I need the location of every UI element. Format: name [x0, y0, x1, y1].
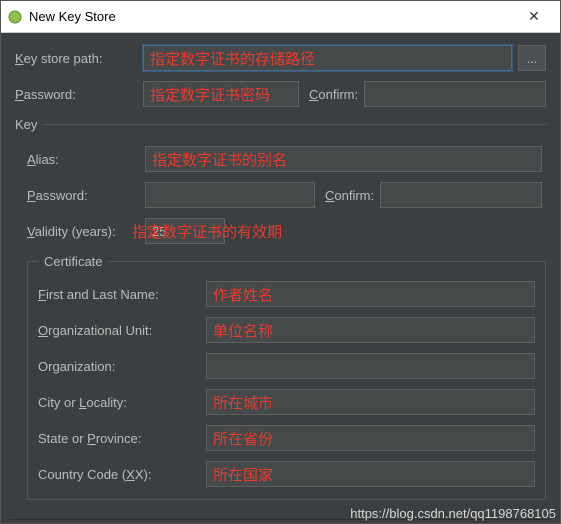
password-input[interactable]: 指定数字证书密码 [143, 81, 299, 107]
state-input[interactable]: 所在省份 [206, 425, 535, 451]
browse-button[interactable]: ... [518, 45, 546, 71]
alias-input[interactable]: 指定数字证书的别名 [145, 146, 542, 172]
org-label: Organization: [38, 359, 206, 374]
key-store-path-input[interactable]: 指定数字证书的存储路径 [143, 45, 512, 71]
dialog-content: Key store path: 指定数字证书的存储路径 ... Password… [1, 33, 560, 523]
key-confirm-label: Confirm: [325, 188, 374, 203]
key-password-label: Password: [27, 188, 145, 203]
key-password-row: Password: Confirm: [27, 182, 542, 208]
key-confirm-input[interactable] [380, 182, 542, 208]
key-password-input[interactable] [145, 182, 315, 208]
org-unit-label: Organizational Unit: [38, 323, 206, 338]
org-row: Organization: [38, 353, 535, 379]
new-key-store-dialog: New Key Store ✕ Key store path: 指定数字证书的存… [0, 0, 561, 524]
country-label: Country Code (XX): [38, 467, 206, 482]
validity-label: Validity (years): [27, 224, 145, 239]
country-row: Country Code (XX): 所在国家 [38, 461, 535, 487]
window-title: New Key Store [29, 9, 514, 24]
password-label: Password: [15, 87, 143, 102]
first-last-input[interactable]: 作者姓名 [206, 281, 535, 307]
first-last-label: First and Last Name: [38, 287, 206, 302]
annotation-state: 所在省份 [213, 428, 273, 449]
certificate-legend: Certificate [38, 254, 109, 269]
org-unit-row: Organizational Unit: 单位名称 [38, 317, 535, 343]
org-input[interactable] [206, 353, 535, 379]
key-group: Key Alias: 指定数字证书的别名 Password: Confirm: … [15, 117, 546, 500]
state-label: State or Province: [38, 431, 206, 446]
validity-value: 25 [152, 224, 166, 239]
country-input[interactable]: 所在国家 [206, 461, 535, 487]
first-last-row: First and Last Name: 作者姓名 [38, 281, 535, 307]
annotation-org-unit: 单位名称 [213, 320, 273, 341]
title-bar: New Key Store ✕ [1, 1, 560, 33]
close-button[interactable]: ✕ [514, 2, 554, 32]
password-row: Password: 指定数字证书密码 Confirm: [15, 81, 546, 107]
key-store-path-label: Key store path: [15, 51, 143, 66]
footer-separator [9, 519, 552, 520]
key-group-legend: Key [15, 117, 43, 132]
confirm-password-label: Confirm: [309, 87, 358, 102]
certificate-group: Certificate First and Last Name: 作者姓名 Or… [27, 254, 546, 500]
org-unit-input[interactable]: 单位名称 [206, 317, 535, 343]
city-input[interactable]: 所在城市 [206, 389, 535, 415]
alias-label: Alias: [27, 152, 145, 167]
city-row: City or Locality: 所在城市 [38, 389, 535, 415]
app-icon [7, 9, 23, 25]
annotation-password: 指定数字证书密码 [150, 84, 270, 105]
annotation-city: 所在城市 [213, 392, 273, 413]
annotation-first-last: 作者姓名 [213, 284, 273, 305]
city-label: City or Locality: [38, 395, 206, 410]
annotation-alias: 指定数字证书的别名 [152, 149, 287, 170]
annotation-path: 指定数字证书的存储路径 [150, 48, 315, 69]
state-row: State or Province: 所在省份 [38, 425, 535, 451]
alias-row: Alias: 指定数字证书的别名 [27, 146, 542, 172]
confirm-password-input[interactable] [364, 81, 546, 107]
key-store-path-row: Key store path: 指定数字证书的存储路径 ... [15, 45, 546, 71]
validity-input[interactable]: 25 指定数字证书的有效期 [145, 218, 225, 244]
annotation-country: 所在国家 [213, 464, 273, 485]
validity-row: Validity (years): 25 指定数字证书的有效期 [27, 218, 542, 244]
